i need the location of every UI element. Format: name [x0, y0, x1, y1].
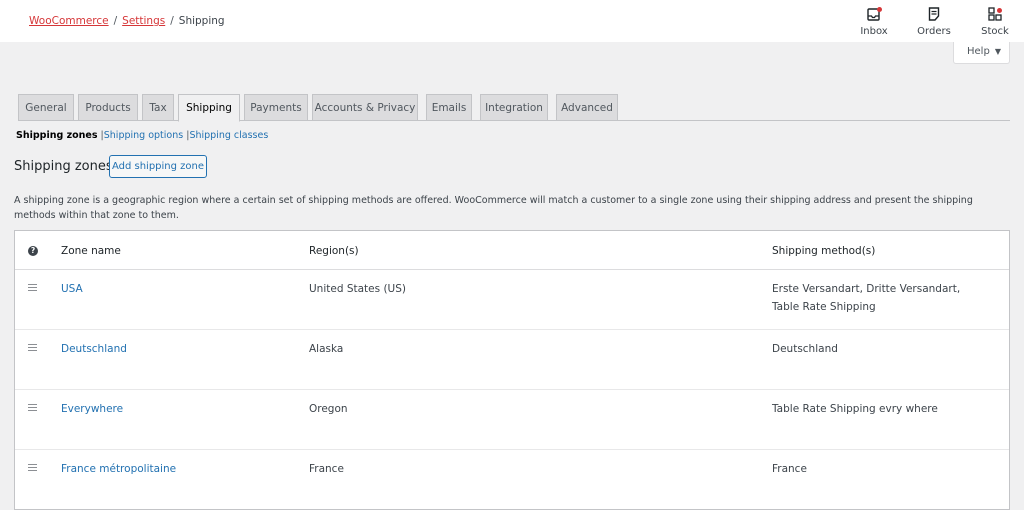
zone-region: France [309, 463, 344, 475]
breadcrumb-current: Shipping [178, 15, 225, 27]
orders-label: Orders [917, 26, 951, 37]
zone-name-link[interactable]: Deutschland [61, 340, 127, 358]
help-label: Help [967, 46, 990, 57]
tab-emails[interactable]: Emails [426, 94, 472, 121]
breadcrumb-woocommerce-link[interactable]: WooCommerce [29, 15, 109, 27]
chevron-down-icon: ▼ [994, 47, 1001, 56]
top-bar: WooCommerce / Settings / Shipping Inbox Orde… [0, 0, 1024, 42]
column-zone-name: Zone name [61, 245, 121, 257]
breadcrumb: WooCommerce / Settings / Shipping [29, 15, 225, 27]
breadcrumb-settings-link[interactable]: Settings [122, 15, 165, 27]
drag-handle-icon[interactable] [28, 344, 37, 352]
drag-handle-icon[interactable] [28, 464, 37, 472]
table-header: ? Zone name Region(s) Shipping method(s) [15, 231, 1009, 270]
table-row: Everywhere Oregon Table Rate Shipping ev… [15, 390, 1009, 450]
notification-dot [877, 7, 882, 12]
column-regions: Region(s) [309, 245, 359, 257]
drag-handle-icon[interactable] [28, 404, 37, 412]
column-shipping-methods: Shipping method(s) [772, 245, 876, 257]
tab-shipping[interactable]: Shipping [178, 94, 240, 122]
shipping-zones-table: ? Zone name Region(s) Shipping method(s)… [14, 230, 1010, 510]
zone-methods: France [772, 463, 807, 475]
subnav-shipping-classes[interactable]: Shipping classes [189, 130, 268, 141]
orders-icon [926, 6, 942, 22]
table-row: USA United States (US) Erste Versandart,… [15, 270, 1009, 330]
inbox-button[interactable]: Inbox [849, 6, 899, 37]
zone-region: Oregon [309, 403, 348, 415]
zone-region: Alaska [309, 343, 344, 355]
tab-accounts-privacy[interactable]: Accounts & Privacy [312, 94, 418, 121]
breadcrumb-separator: / [113, 15, 118, 27]
help-icon[interactable]: ? [28, 246, 38, 256]
section-description: A shipping zone is a geographic region w… [14, 195, 973, 221]
table-row: Deutschland Alaska Deutschland [15, 330, 1009, 390]
inbox-label: Inbox [860, 26, 888, 37]
zone-methods: Table Rate Shipping evry where [772, 403, 938, 415]
help-button[interactable]: Help ▼ [953, 42, 1010, 64]
add-shipping-zone-button[interactable]: Add shipping zone [109, 155, 207, 178]
tab-payments[interactable]: Payments [244, 94, 308, 121]
stock-icon [987, 6, 1003, 22]
page-title: Shipping zones [14, 159, 113, 174]
table-row: France métropolitaine France France [15, 450, 1009, 510]
stock-label: Stock [981, 26, 1009, 37]
notification-dot [997, 8, 1002, 13]
subnav-shipping-zones[interactable]: Shipping zones [16, 130, 98, 141]
subnav-shipping-options[interactable]: Shipping options [104, 130, 183, 141]
tab-products[interactable]: Products [78, 94, 138, 121]
inbox-icon [866, 6, 882, 22]
zone-methods: Erste Versandart, Dritte Versandart, Tab… [772, 283, 961, 313]
zone-methods: Deutschland [772, 343, 838, 355]
zone-name-link[interactable]: France métropolitaine [61, 460, 176, 478]
drag-handle-icon[interactable] [28, 284, 37, 292]
stock-button[interactable]: Stock [970, 6, 1020, 37]
breadcrumb-separator: / [170, 15, 174, 27]
settings-tabs: General Products Tax Shipping Payments A… [18, 94, 1010, 122]
zone-name-link[interactable]: USA [61, 280, 83, 298]
tab-advanced[interactable]: Advanced [556, 94, 618, 121]
zone-region: United States (US) [309, 283, 406, 295]
tab-general[interactable]: General [18, 94, 74, 121]
shipping-subnav: Shipping zones |Shipping options |Shippi… [16, 130, 268, 141]
zone-name-link[interactable]: Everywhere [61, 400, 123, 418]
tab-integration[interactable]: Integration [480, 94, 548, 121]
tab-tax[interactable]: Tax [142, 94, 174, 121]
orders-button[interactable]: Orders [909, 6, 959, 37]
